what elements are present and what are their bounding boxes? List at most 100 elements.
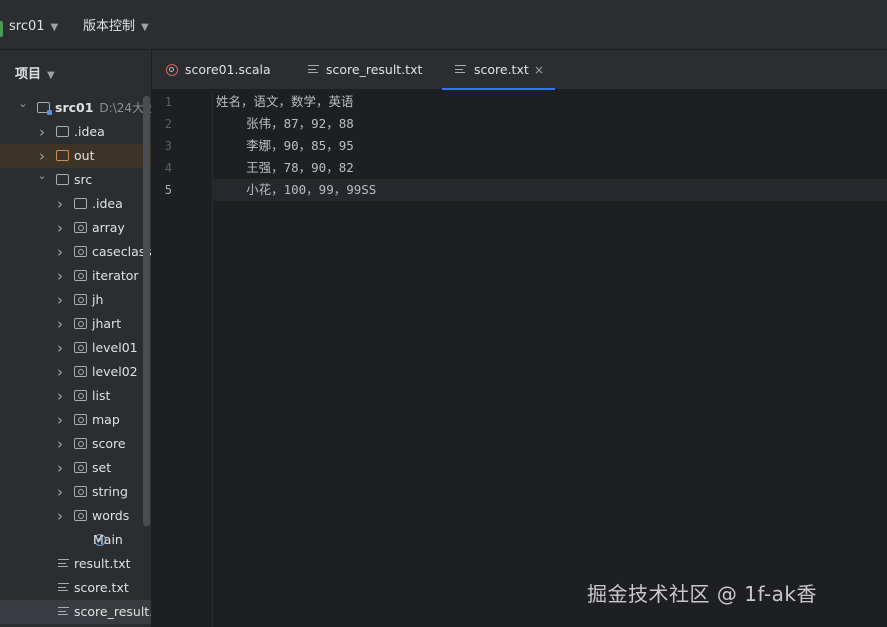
tree-item-score[interactable]: › score (0, 432, 151, 456)
text-file-icon (455, 65, 466, 75)
package-icon (74, 438, 87, 449)
chevron-down-icon: ▼ (50, 22, 59, 33)
code-line[interactable]: 王强，78，90，82 (216, 157, 354, 179)
chevron-right-icon[interactable]: › (36, 144, 48, 168)
tree-item-label: string (92, 484, 128, 499)
tree-item-jhart[interactable]: › jhart (0, 312, 151, 336)
folder-excluded-icon (56, 150, 69, 161)
tree-item-idea[interactable]: › .idea (0, 192, 151, 216)
tree-item-label: map (92, 412, 120, 427)
watermark: 掘金技术社区 @ 1f-ak香 (587, 582, 817, 606)
package-icon (74, 390, 87, 401)
vcs-menu[interactable]: 版本控制 ▼ (83, 18, 149, 36)
tree-item-label: iterator (92, 268, 139, 283)
tree-item-label: score.txt (74, 580, 129, 595)
close-icon[interactable]: × (534, 50, 544, 90)
project-tool-window: 项目 ▼ ⌄ src01D:\24大数据 › .idea › out ⌄ src › .idea › a… (0, 50, 151, 627)
folder-icon (56, 126, 69, 137)
tree-item-caseclass[interactable]: › caseclass (0, 240, 151, 264)
tree-item-string[interactable]: › string (0, 480, 151, 504)
chevron-right-icon[interactable]: › (54, 312, 66, 336)
chevron-right-icon[interactable]: › (54, 336, 66, 360)
chevron-down-icon: ▼ (47, 70, 55, 81)
chevron-right-icon[interactable]: › (54, 408, 66, 432)
project-switcher[interactable]: src01 ▼ (9, 18, 58, 36)
chevron-right-icon[interactable]: › (54, 216, 66, 240)
code-editor[interactable]: 1 姓名，语文，数学，英语 2 张伟，87，92，88 3 李娜，90，85，95 4 … (152, 91, 887, 627)
line-number[interactable]: 5 (152, 179, 172, 201)
tree-item-label: score (92, 436, 126, 451)
title-bar: src01 ▼ 版本控制 ▼ (0, 0, 887, 50)
tree-item-src[interactable]: ⌄ src (0, 168, 151, 192)
text-file-icon (58, 607, 69, 617)
tree-item-words[interactable]: › words (0, 504, 151, 528)
code-line[interactable]: 小花，100，99，99SS (216, 179, 376, 201)
tree-item-label: list (92, 388, 111, 403)
tree-item-jh[interactable]: › jh (0, 288, 151, 312)
tab-label: score_result.txt (326, 62, 423, 77)
package-icon (74, 486, 87, 497)
line-number[interactable]: 2 (152, 113, 172, 135)
tree-item-iterator[interactable]: › iterator (0, 264, 151, 288)
gutter-divider (212, 91, 213, 627)
text-file-icon (308, 65, 319, 75)
tree-item-label: set (92, 460, 112, 475)
tree-item-label: .idea (92, 196, 123, 211)
tree-item-out[interactable]: › out (0, 144, 151, 168)
tree-item-label: out (74, 148, 95, 163)
tab-score01-scala[interactable]: score01.scala (166, 50, 281, 90)
tree-item-level02[interactable]: › level02 (0, 360, 151, 384)
tree-item-level01[interactable]: › level01 (0, 336, 151, 360)
sidebar-scrollbar[interactable] (143, 96, 150, 526)
package-icon (74, 318, 87, 329)
tab-label: score01.scala (185, 62, 271, 77)
tree-item-label: Main (93, 532, 123, 547)
chevron-right-icon[interactable]: › (54, 192, 66, 216)
line-number[interactable]: 1 (152, 91, 172, 113)
line-number[interactable]: 4 (152, 157, 172, 179)
tree-item-map[interactable]: › map (0, 408, 151, 432)
tree-item-label: array (92, 220, 125, 235)
package-icon (74, 222, 87, 233)
chevron-down-icon: ▼ (141, 22, 149, 33)
tree-item-score-result-t[interactable]: score_result.t (0, 600, 151, 624)
tree-item-array[interactable]: › array (0, 216, 151, 240)
tree-item-label: words (92, 508, 130, 523)
package-icon (74, 246, 87, 257)
chevron-right-icon[interactable]: › (54, 288, 66, 312)
scala-file-icon (166, 64, 178, 76)
tree-item-list[interactable]: › list (0, 384, 151, 408)
chevron-right-icon[interactable]: › (54, 504, 66, 528)
project-view-selector[interactable]: 项目 ▼ (15, 63, 55, 82)
tree-item-label: level01 (92, 340, 138, 355)
tree-item-score-txt[interactable]: score.txt (0, 576, 151, 600)
tab-score-txt[interactable]: score.txt × (442, 50, 555, 90)
chevron-right-icon[interactable]: › (54, 360, 66, 384)
tree-item-main[interactable]: Main (0, 528, 151, 552)
code-line[interactable]: 李娜，90，85，95 (216, 135, 354, 157)
chevron-right-icon[interactable]: › (54, 264, 66, 288)
chevron-right-icon[interactable]: › (54, 432, 66, 456)
tree-item-idea[interactable]: › .idea (0, 120, 151, 144)
chevron-down-icon[interactable]: ⌄ (36, 168, 48, 188)
tree-item-result-txt[interactable]: result.txt (0, 552, 151, 576)
editor-tab-bar: score01.scala score_result.txt score.txt… (152, 50, 887, 90)
chevron-right-icon[interactable]: › (54, 480, 66, 504)
package-icon (74, 294, 87, 305)
tab-score-result-txt[interactable]: score_result.txt (308, 50, 428, 90)
chevron-right-icon[interactable]: › (54, 384, 66, 408)
folder-icon (74, 198, 87, 209)
chevron-down-icon[interactable]: ⌄ (17, 96, 29, 116)
chevron-right-icon[interactable]: › (54, 240, 66, 264)
code-line[interactable]: 姓名，语文，数学，英语 (216, 91, 354, 113)
project-color-marker (0, 21, 3, 37)
tree-root-src01[interactable]: ⌄ src01D:\24大数据 (0, 96, 151, 120)
tree-item-label: jh (92, 292, 104, 307)
chevron-right-icon[interactable]: › (36, 120, 48, 144)
package-icon (74, 342, 87, 353)
tree-item-set[interactable]: › set (0, 456, 151, 480)
code-line[interactable]: 张伟，87，92，88 (216, 113, 354, 135)
line-number[interactable]: 3 (152, 135, 172, 157)
chevron-right-icon[interactable]: › (54, 456, 66, 480)
package-icon (74, 510, 87, 521)
